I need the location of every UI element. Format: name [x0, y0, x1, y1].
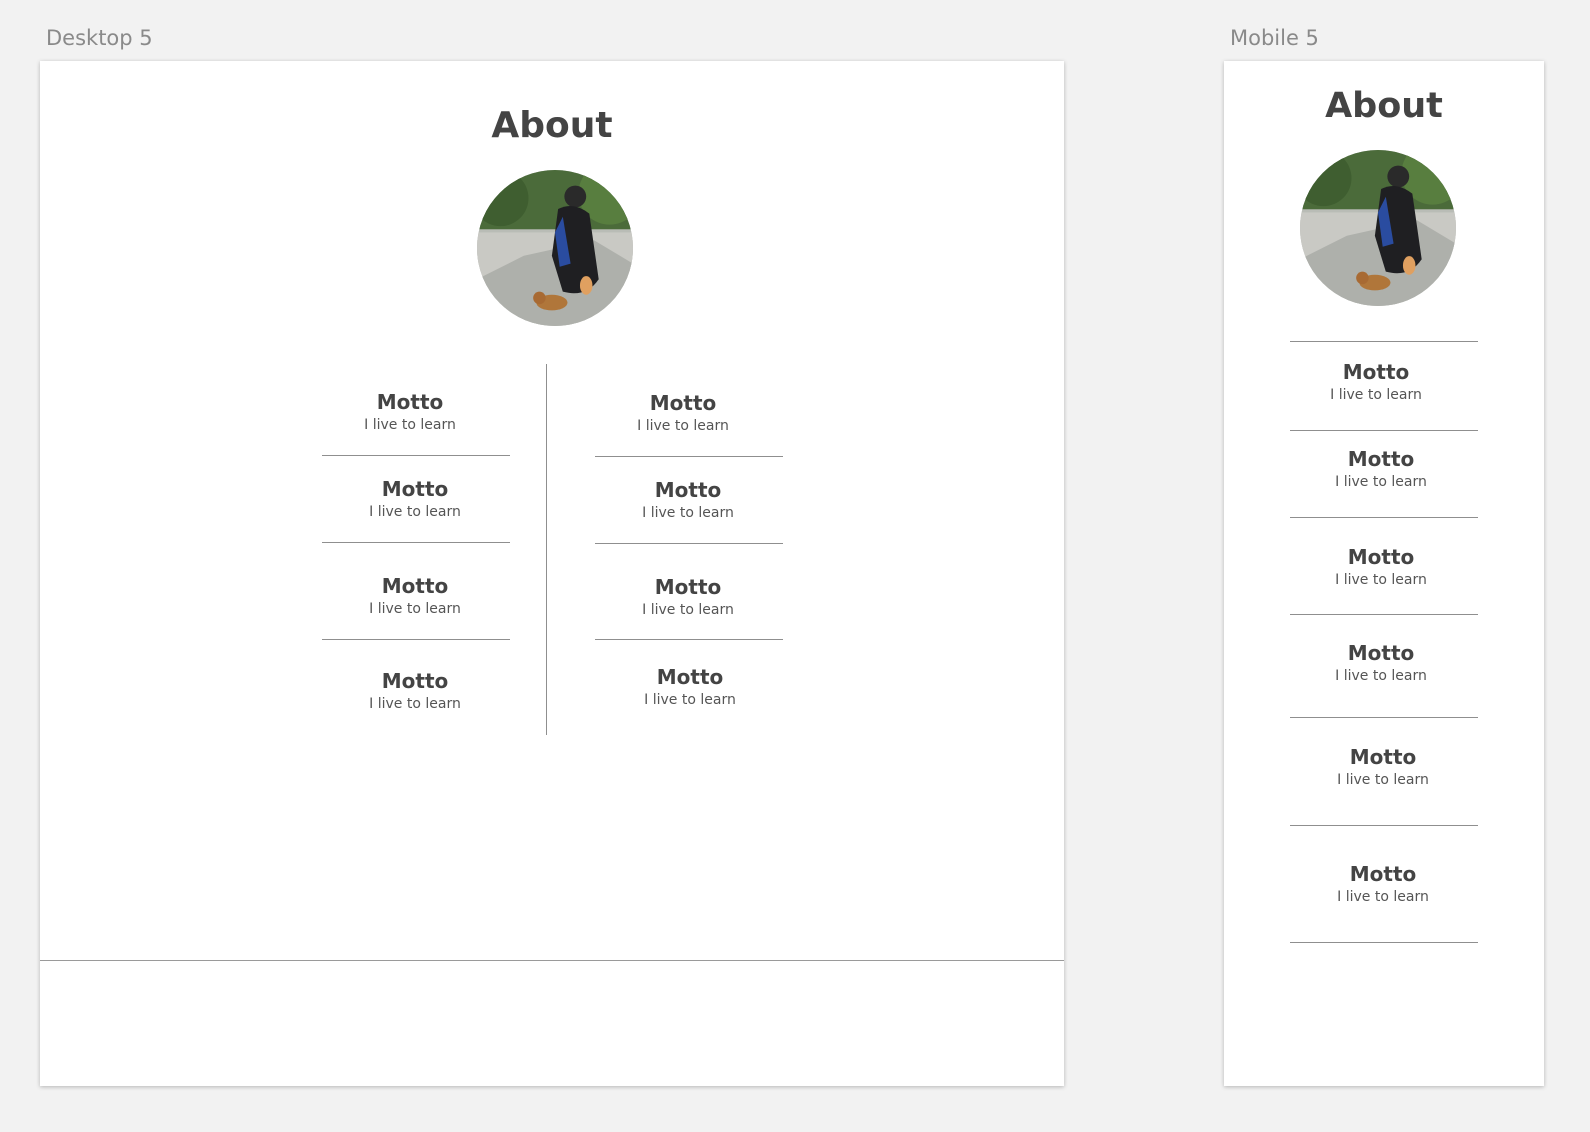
- motto-item: Motto I live to learn: [322, 669, 508, 712]
- motto-text: I live to learn: [644, 692, 736, 708]
- motto-title: Motto: [1347, 545, 1415, 569]
- motto-title: Motto: [649, 391, 717, 415]
- column-divider: [546, 364, 547, 735]
- profile-avatar: [1300, 150, 1456, 306]
- motto-text: I live to learn: [1337, 772, 1429, 788]
- motto-title: Motto: [1349, 745, 1417, 769]
- motto-title: Motto: [381, 477, 449, 501]
- motto-text: I live to learn: [642, 505, 734, 521]
- motto-item: Motto I live to learn: [1283, 360, 1469, 403]
- motto-text: I live to learn: [369, 601, 461, 617]
- divider: [595, 456, 783, 457]
- motto-text: I live to learn: [369, 696, 461, 712]
- avatar-photo-icon: [477, 170, 633, 326]
- motto-text: I live to learn: [1335, 572, 1427, 588]
- motto-item: Motto I live to learn: [1290, 745, 1476, 788]
- motto-title: Motto: [381, 574, 449, 598]
- motto-item: Motto I live to learn: [1288, 447, 1474, 490]
- mobile-artboard[interactable]: About Motto I live to learn Motto I live…: [1224, 61, 1544, 1086]
- motto-text: I live to learn: [637, 418, 729, 434]
- page-title: About: [491, 105, 613, 146]
- motto-item: Motto I live to learn: [1288, 545, 1474, 588]
- page-title: About: [1325, 86, 1443, 126]
- motto-title: Motto: [654, 575, 722, 599]
- motto-title: Motto: [1347, 447, 1415, 471]
- motto-item: Motto I live to learn: [1290, 862, 1476, 905]
- motto-item: Motto I live to learn: [595, 575, 781, 618]
- motto-title: Motto: [381, 669, 449, 693]
- motto-text: I live to learn: [1330, 387, 1422, 403]
- motto-title: Motto: [1349, 862, 1417, 886]
- mobile-artboard-label[interactable]: Mobile 5: [1230, 26, 1319, 50]
- divider: [322, 542, 510, 543]
- divider: [1290, 825, 1478, 826]
- motto-text: I live to learn: [642, 602, 734, 618]
- motto-text: I live to learn: [369, 504, 461, 520]
- fold-line: [40, 960, 1064, 961]
- divider: [595, 639, 783, 640]
- profile-avatar: [477, 170, 633, 326]
- divider: [322, 455, 510, 456]
- motto-title: Motto: [654, 478, 722, 502]
- motto-title: Motto: [1342, 360, 1410, 384]
- motto-item: Motto I live to learn: [595, 478, 781, 521]
- motto-title: Motto: [1347, 641, 1415, 665]
- divider: [1290, 430, 1478, 431]
- motto-text: I live to learn: [1335, 668, 1427, 684]
- divider: [595, 543, 783, 544]
- divider: [1290, 717, 1478, 718]
- motto-title: Motto: [376, 390, 444, 414]
- divider: [1290, 614, 1478, 615]
- desktop-artboard[interactable]: About Motto I live to learn Motto I live…: [40, 61, 1064, 1086]
- motto-title: Motto: [656, 665, 724, 689]
- motto-item: Motto I live to learn: [322, 477, 508, 520]
- avatar-photo-icon: [1300, 150, 1456, 306]
- motto-item: Motto I live to learn: [322, 574, 508, 617]
- motto-item: Motto I live to learn: [317, 390, 503, 433]
- divider: [1290, 942, 1478, 943]
- motto-item: Motto I live to learn: [590, 391, 776, 434]
- motto-item: Motto I live to learn: [1288, 641, 1474, 684]
- divider: [1290, 517, 1478, 518]
- divider: [1290, 341, 1478, 342]
- motto-text: I live to learn: [364, 417, 456, 433]
- divider: [322, 639, 510, 640]
- motto-text: I live to learn: [1337, 889, 1429, 905]
- motto-item: Motto I live to learn: [597, 665, 783, 708]
- desktop-artboard-label[interactable]: Desktop 5: [46, 26, 153, 50]
- motto-text: I live to learn: [1335, 474, 1427, 490]
